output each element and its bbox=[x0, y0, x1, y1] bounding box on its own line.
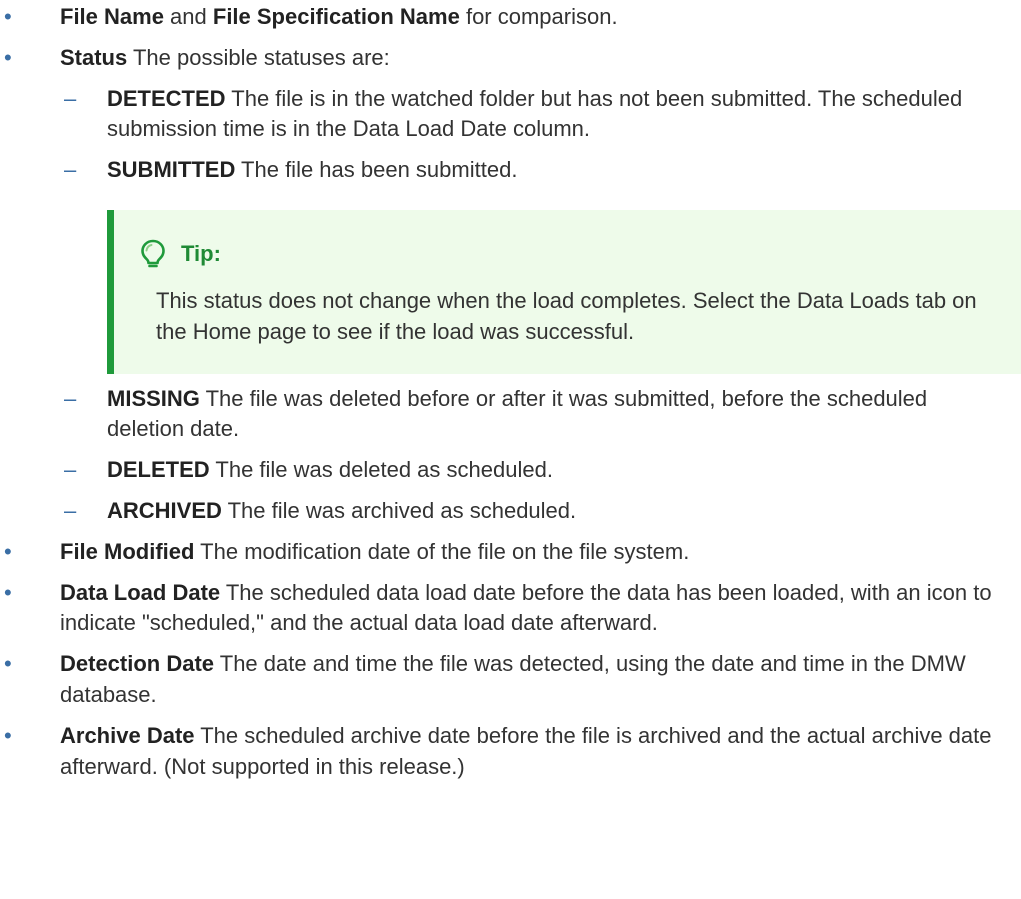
bullet-marker: • bbox=[4, 579, 12, 605]
status-label: DETECTED bbox=[107, 85, 226, 111]
connector-text: and bbox=[163, 4, 213, 29]
bullet-marker: • bbox=[4, 722, 12, 748]
tip-title: Tip: bbox=[181, 240, 221, 266]
term-description: The scheduled archive date before the fi… bbox=[60, 722, 992, 779]
term-label: Status bbox=[60, 44, 128, 70]
dash-marker: – bbox=[64, 157, 77, 183]
term-description: for comparison. bbox=[459, 4, 618, 29]
term-description: The possible statuses are: bbox=[127, 44, 390, 70]
term-description: The modification date of the file on the… bbox=[194, 538, 690, 564]
bullet-marker: • bbox=[4, 44, 12, 70]
lightbulb-icon bbox=[139, 238, 167, 270]
bullet-marker: • bbox=[4, 651, 12, 677]
term-label: File Name bbox=[60, 4, 164, 29]
sub-item-archived: – ARCHIVED The file was archived as sche… bbox=[0, 496, 1021, 527]
dash-marker: – bbox=[64, 385, 77, 411]
dash-marker: – bbox=[64, 85, 77, 111]
dash-marker: – bbox=[64, 497, 77, 523]
status-label: SUBMITTED bbox=[107, 157, 236, 183]
status-label: MISSING bbox=[107, 385, 200, 411]
status-description: The file has been submitted. bbox=[235, 157, 518, 183]
sub-item-deleted: – DELETED The file was deleted as schedu… bbox=[0, 455, 1021, 486]
status-description: The file was deleted as scheduled. bbox=[209, 457, 553, 483]
list-item-archive-date: • Archive Date The scheduled archive dat… bbox=[0, 721, 1021, 783]
list-item-detection-date: • Detection Date The date and time the f… bbox=[0, 649, 1021, 711]
list-item-data-load-date: • Data Load Date The scheduled data load… bbox=[0, 578, 1021, 640]
status-description: The file was archived as scheduled. bbox=[221, 497, 577, 523]
status-label: DELETED bbox=[107, 457, 210, 483]
status-description: The file was deleted before or after it … bbox=[107, 385, 928, 442]
list-item-status: • Status The possible statuses are: bbox=[0, 43, 1021, 74]
sub-item-submitted: – SUBMITTED The file has been submitted. bbox=[0, 155, 1021, 186]
status-description: The file is in the watched folder but ha… bbox=[107, 85, 963, 142]
term-label: Data Load Date bbox=[60, 579, 221, 605]
term-label: File Modified bbox=[60, 538, 195, 564]
list-item-file-name: • File Name and File Specification Name … bbox=[0, 2, 1021, 33]
tip-header: Tip: bbox=[139, 238, 997, 270]
tip-callout: Tip: This status does not change when th… bbox=[107, 209, 1021, 374]
sub-item-detected: – DETECTED The file is in the watched fo… bbox=[0, 84, 1021, 146]
term-label: Detection Date bbox=[60, 651, 215, 677]
status-label: ARCHIVED bbox=[107, 497, 222, 523]
list-item-file-modified: • File Modified The modification date of… bbox=[0, 537, 1021, 568]
term-label: File Specification Name bbox=[212, 4, 460, 29]
sub-item-missing: – MISSING The file was deleted before or… bbox=[0, 384, 1021, 446]
bullet-marker: • bbox=[4, 538, 12, 564]
tip-text: This status does not change when the loa… bbox=[156, 287, 977, 344]
term-label: Archive Date bbox=[60, 722, 195, 748]
document-body: • File Name and File Specification Name … bbox=[0, 0, 1021, 792]
bullet-marker: • bbox=[4, 4, 12, 29]
dash-marker: – bbox=[64, 457, 77, 483]
